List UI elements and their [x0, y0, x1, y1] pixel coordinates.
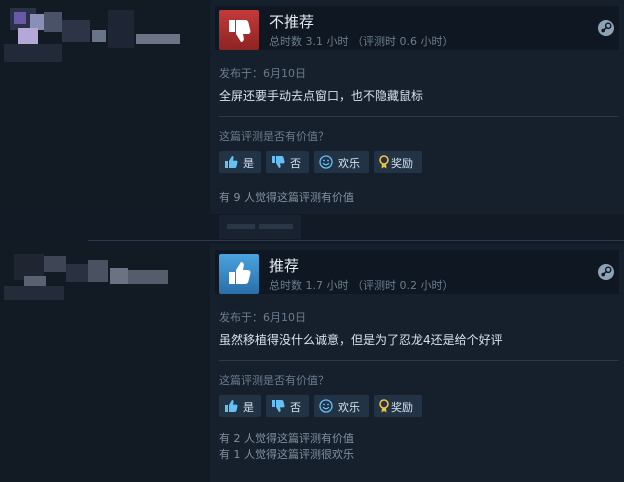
steam-icon	[598, 20, 614, 36]
author-avatar-blurred[interactable]	[0, 244, 210, 482]
helpful-question: 这篇评测是否有价值？	[219, 130, 329, 143]
separator	[88, 240, 624, 241]
thumbs-down-icon	[272, 400, 285, 412]
playtime-hours: 总时数 1.7 小时 （评测时 0.2 小时）	[269, 279, 454, 292]
thumbs-up-icon	[219, 254, 259, 294]
review-text: 虽然移植得没什么诚意，但是为了忍龙4还是给个好评	[219, 333, 503, 347]
award-button[interactable]: 奖励	[374, 395, 422, 417]
found-helpful-count: 有 9 人觉得这篇评测有价值	[219, 191, 354, 204]
vote-yes-label: 是	[243, 157, 254, 170]
vote-funny-label: 欢乐	[338, 401, 360, 414]
posted-date: 发布于：6月10日	[219, 311, 306, 324]
award-icon	[379, 399, 389, 413]
thumbs-up-icon	[225, 400, 238, 412]
smile-icon	[319, 155, 333, 169]
author-avatar-blurred[interactable]	[0, 0, 210, 214]
vote-no-button[interactable]: 否	[266, 151, 309, 173]
vote-no-label: 否	[290, 401, 301, 414]
vote-no-button[interactable]: 否	[266, 395, 309, 417]
review-card: 不推荐 总时数 3.1 小时 （评测时 0.6 小时） 发布于：6月10日 全屏…	[0, 0, 624, 214]
review-verdict[interactable]: 推荐	[269, 255, 299, 276]
vote-yes-label: 是	[243, 401, 254, 414]
review-verdict[interactable]: 不推荐	[269, 11, 314, 32]
vote-header[interactable]: 推荐 总时数 1.7 小时 （评测时 0.2 小时）	[215, 250, 619, 294]
found-funny-count: 有 1 人觉得这篇评测很欢乐	[219, 448, 354, 461]
review-content: 推荐 总时数 1.7 小时 （评测时 0.2 小时） 发布于：6月10日 虽然移…	[210, 244, 624, 482]
award-icon	[379, 155, 389, 169]
vote-funny-button[interactable]: 欢乐	[314, 151, 369, 173]
review-card: 推荐 总时数 1.7 小时 （评测时 0.2 小时） 发布于：6月10日 虽然移…	[0, 244, 624, 482]
thumbs-up-icon	[225, 156, 238, 168]
divider	[219, 116, 619, 117]
vote-yes-button[interactable]: 是	[219, 395, 261, 417]
helpful-question: 这篇评测是否有价值？	[219, 374, 329, 387]
steam-icon	[598, 264, 614, 280]
thumbs-down-icon	[272, 156, 285, 168]
review-content: 不推荐 总时数 3.1 小时 （评测时 0.6 小时） 发布于：6月10日 全屏…	[210, 0, 624, 214]
divider	[219, 360, 619, 361]
award-button[interactable]: 奖励	[374, 151, 422, 173]
vote-funny-label: 欢乐	[338, 157, 360, 170]
award-label: 奖励	[391, 401, 413, 414]
vote-funny-button[interactable]: 欢乐	[314, 395, 369, 417]
load-more-button[interactable]	[219, 215, 301, 239]
found-helpful-count: 有 2 人觉得这篇评测有价值	[219, 432, 354, 445]
thumbs-down-icon	[219, 10, 259, 50]
vote-header[interactable]: 不推荐 总时数 3.1 小时 （评测时 0.6 小时）	[215, 6, 619, 50]
playtime-hours: 总时数 3.1 小时 （评测时 0.6 小时）	[269, 35, 454, 48]
posted-date: 发布于：6月10日	[219, 67, 306, 80]
award-label: 奖励	[391, 157, 413, 170]
review-text: 全屏还要手动去点窗口，也不隐藏鼠标	[219, 89, 424, 103]
reviews-page: 不推荐 总时数 3.1 小时 （评测时 0.6 小时） 发布于：6月10日 全屏…	[0, 0, 624, 482]
vote-no-label: 否	[290, 157, 301, 170]
vote-yes-button[interactable]: 是	[219, 151, 261, 173]
smile-icon	[319, 399, 333, 413]
